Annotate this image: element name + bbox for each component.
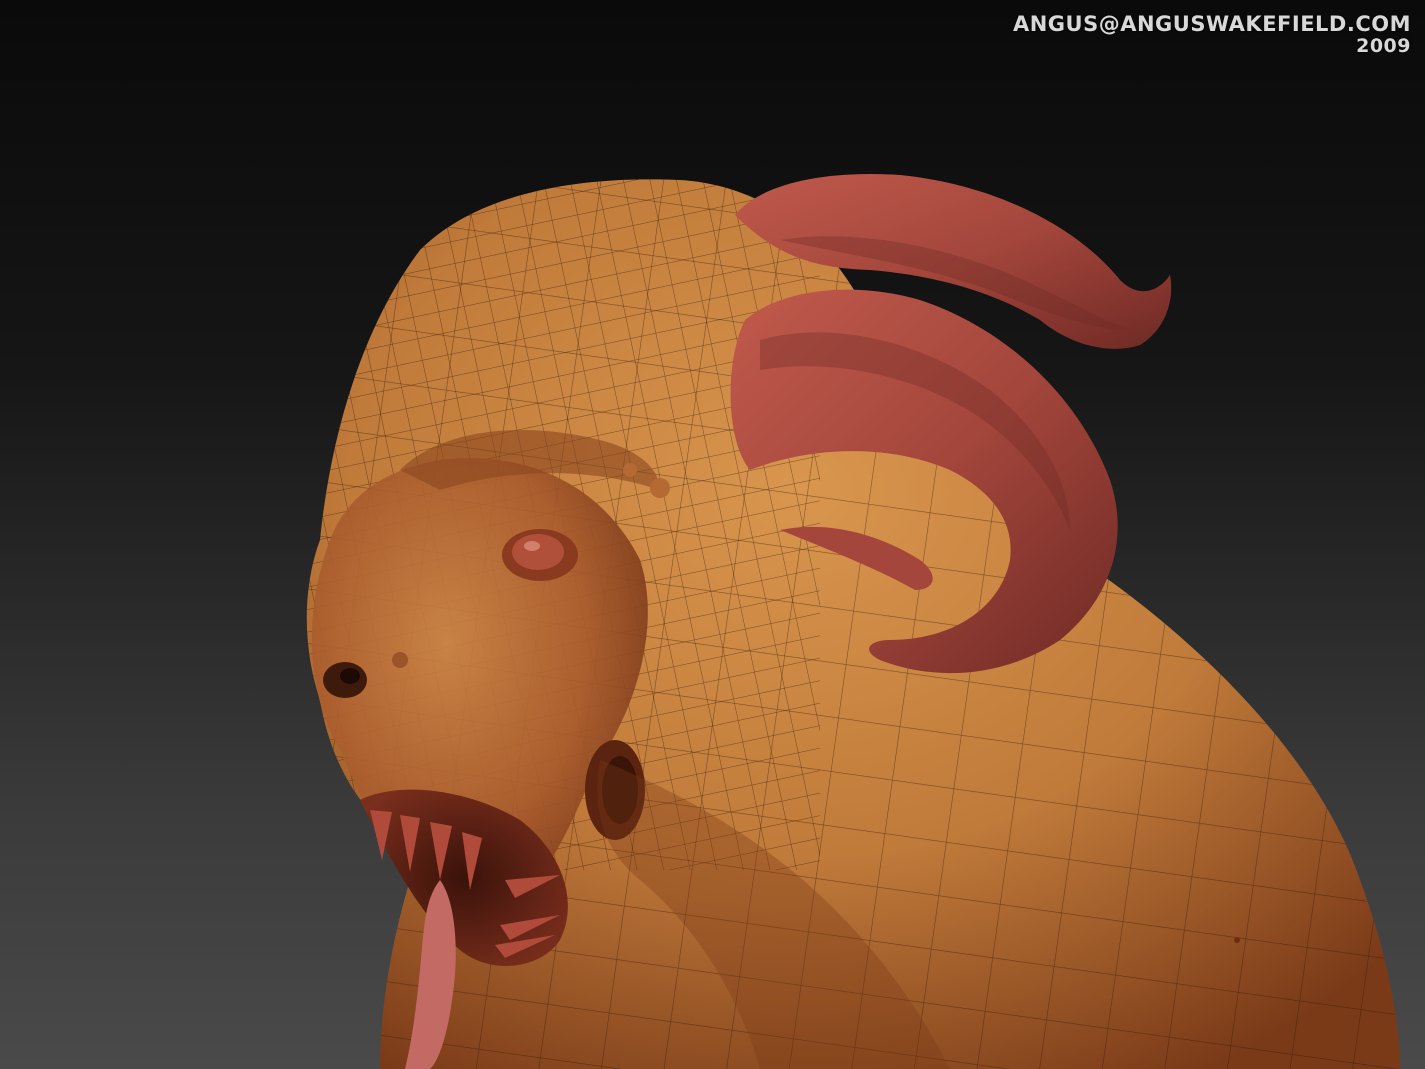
- artist-credit: ANGUS@ANGUSWAKEFIELD.COM 2009: [1013, 12, 1411, 58]
- credit-year: 2009: [1356, 35, 1411, 58]
- viewport: ANGUS@ANGUSWAKEFIELD.COM 2009: [0, 0, 1425, 1069]
- creature-render: [306, 174, 1400, 1069]
- credit-email: ANGUS@ANGUSWAKEFIELD.COM: [1012, 12, 1411, 36]
